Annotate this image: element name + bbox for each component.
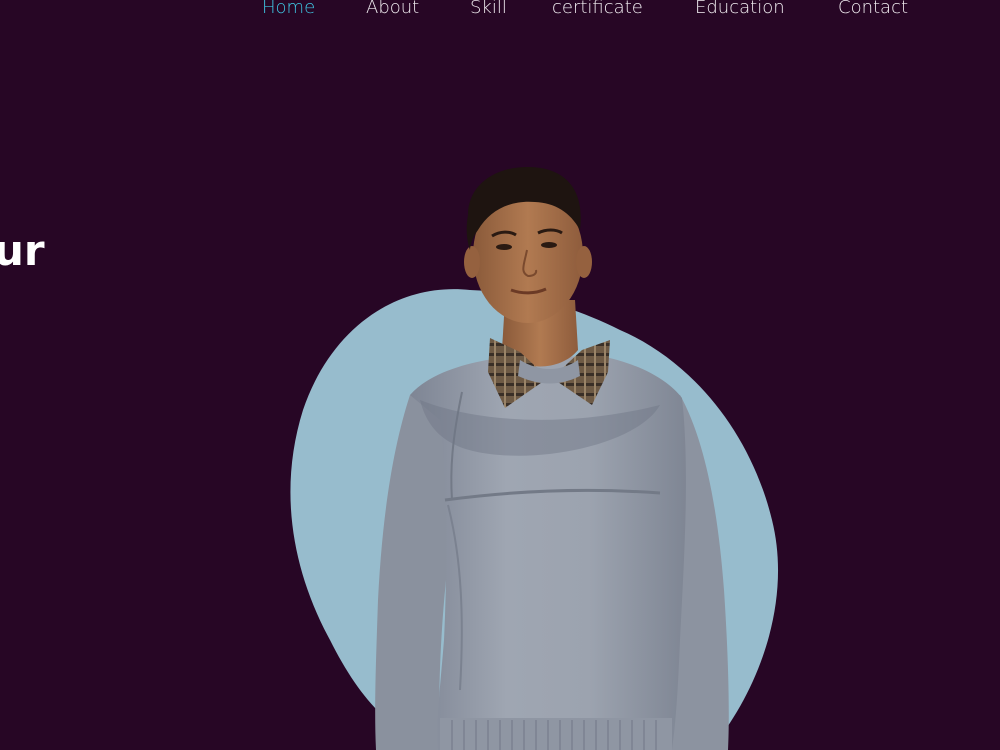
top-navigation: Home About Skill certificate Education C… [0, 0, 1000, 27]
profile-portrait [290, 166, 779, 750]
nav-link-skill[interactable]: Skill [470, 0, 507, 18]
nav-link-contact[interactable]: Contact [838, 0, 908, 18]
hero-heading: ur [0, 226, 45, 275]
nav-link-education[interactable]: Education [695, 0, 785, 18]
portfolio-page: Home About Skill certificate Education C… [0, 0, 1000, 750]
nav-link-home[interactable]: Home [262, 0, 315, 18]
nav-link-certificate[interactable]: certificate [552, 0, 643, 18]
nav-link-about[interactable]: About [366, 0, 419, 18]
